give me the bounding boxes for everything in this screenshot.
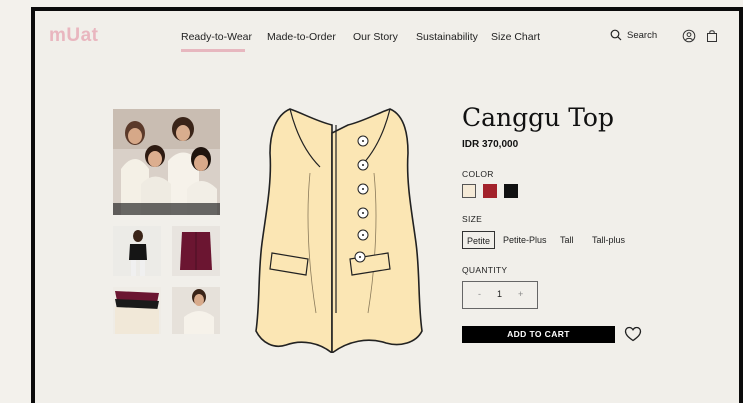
stacked-vests-photo <box>113 287 161 334</box>
brand-logo[interactable]: mUat <box>49 25 99 47</box>
maroon-vest-photo <box>172 226 220 276</box>
size-option-tall-plus[interactable]: Tall-plus <box>588 231 629 249</box>
product-photo-main[interactable] <box>113 109 220 215</box>
screenshot-frame: mUat Ready-to-Wear Made-to-Order Our Sto… <box>0 0 743 403</box>
size-option-petite[interactable]: Petite <box>462 231 496 249</box>
search-button[interactable]: Search <box>610 29 657 41</box>
quantity-stepper: - 1 + <box>462 281 538 309</box>
product-photo-maroon[interactable] <box>172 226 220 276</box>
quantity-value[interactable]: 1 <box>497 289 502 299</box>
product-photo-model[interactable] <box>172 287 220 334</box>
product-illustration <box>255 108 423 353</box>
quantity-decrement[interactable]: - <box>478 289 481 299</box>
size-option-petite-plus[interactable]: Petite-Plus <box>499 231 551 249</box>
product-title: Canggu Top <box>462 103 614 132</box>
quantity-increment[interactable]: + <box>518 289 523 299</box>
models-photo <box>113 109 220 215</box>
nav-size-chart[interactable]: Size Chart <box>491 31 540 43</box>
nav-our-story[interactable]: Our Story <box>353 31 398 43</box>
color-swatch-cream[interactable] <box>462 184 476 198</box>
product-price: IDR 370,000 <box>462 139 519 150</box>
search-label: Search <box>627 29 658 41</box>
nav-made-to-order[interactable]: Made-to-Order <box>267 31 336 43</box>
color-swatch-black[interactable] <box>504 184 518 198</box>
color-label: COLOR <box>462 169 494 179</box>
product-page: mUat Ready-to-Wear Made-to-Order Our Sto… <box>35 11 739 403</box>
nav-sustainability[interactable]: Sustainability <box>416 31 478 43</box>
quantity-label: QUANTITY <box>462 265 508 275</box>
product-photo-stacked[interactable] <box>113 287 161 334</box>
model-white-vest-photo <box>172 287 220 334</box>
size-option-tall[interactable]: Tall <box>556 231 578 249</box>
right-border <box>739 7 743 403</box>
account-icon[interactable] <box>682 29 696 43</box>
nav-ready-to-wear[interactable]: Ready-to-Wear <box>181 31 252 43</box>
bag-icon[interactable] <box>705 29 719 43</box>
heart-icon[interactable] <box>624 325 642 343</box>
size-label: SIZE <box>462 214 483 224</box>
product-photo-black[interactable] <box>113 226 161 276</box>
black-vest-photo <box>113 226 161 276</box>
add-to-cart-button[interactable]: ADD TO CART <box>462 326 615 343</box>
search-icon <box>610 29 622 41</box>
color-swatch-red[interactable] <box>483 184 497 198</box>
active-nav-indicator <box>181 49 245 52</box>
